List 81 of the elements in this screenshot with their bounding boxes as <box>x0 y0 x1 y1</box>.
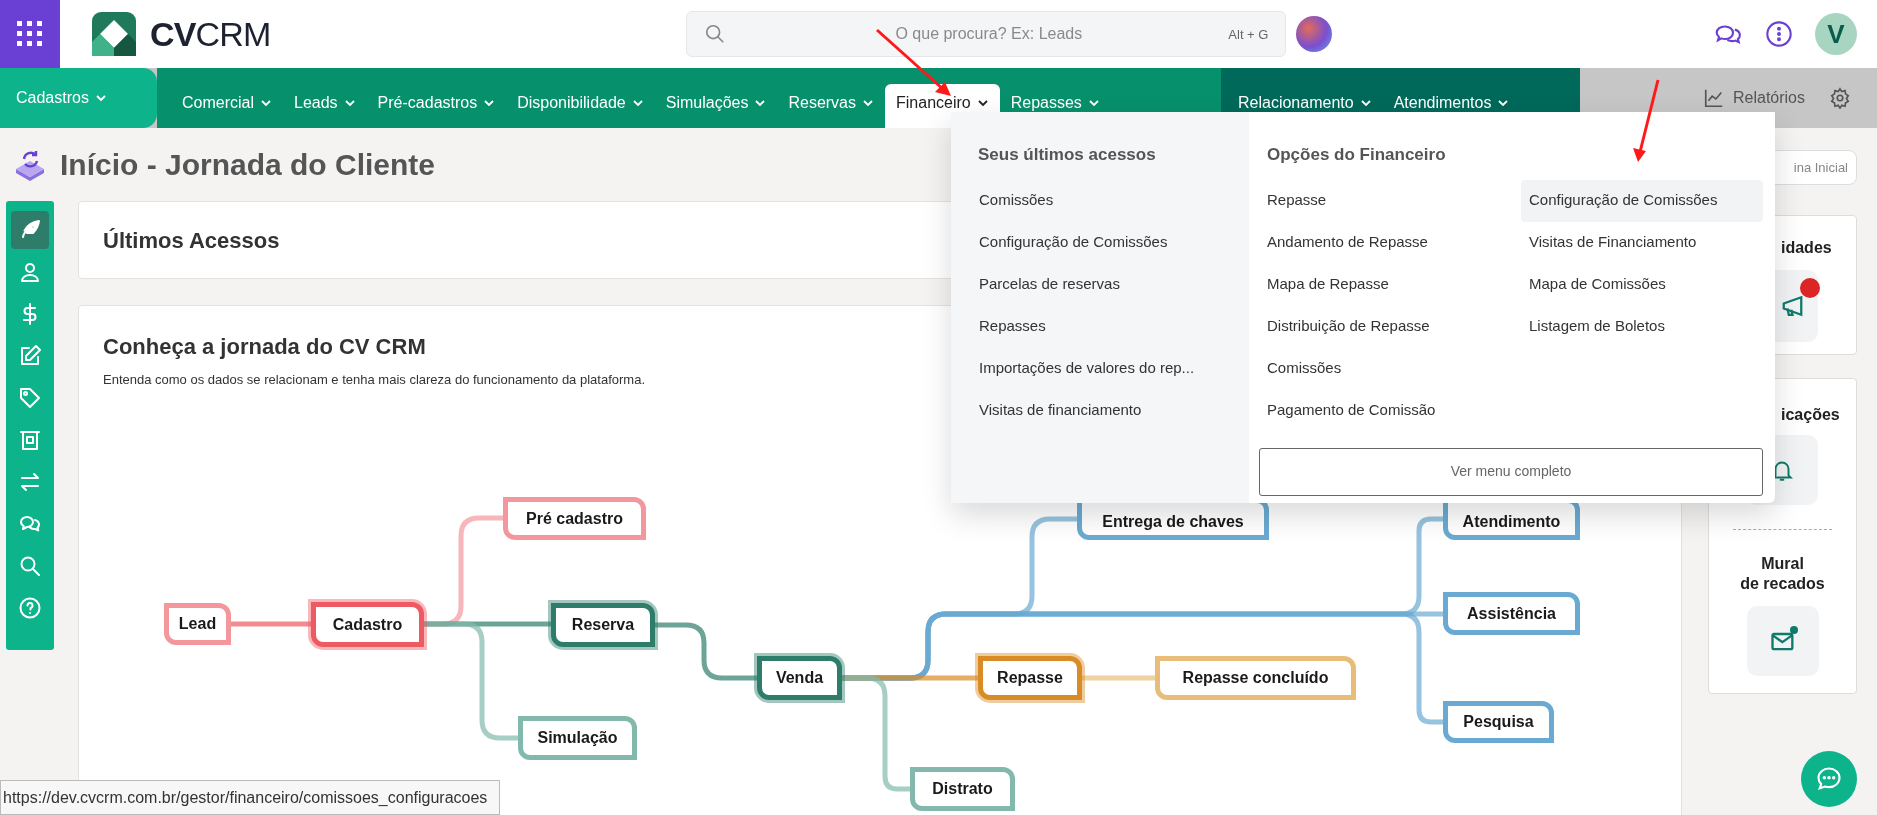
tool-button[interactable] <box>11 211 49 249</box>
nav-tab[interactable]: Atendimentos <box>1382 84 1521 128</box>
card-title: icações <box>1780 405 1841 425</box>
logo-text: CVCRM <box>150 13 271 55</box>
chevron-down-icon <box>260 97 272 109</box>
menu-link[interactable]: Mapa de Repasse <box>1259 263 1521 306</box>
chevron-down-icon <box>754 97 767 109</box>
line-chart-icon <box>1702 87 1725 109</box>
journey-node: Distrato <box>910 767 1015 811</box>
card-subtitle: Entenda como os dados se relacionam e tenha mais clareza do funcionamento da plataforma. <box>103 371 645 389</box>
menu-link[interactable]: Comissões <box>979 179 1249 222</box>
nav-tab[interactable]: Reservas <box>777 84 885 128</box>
card-title: idades <box>1780 238 1833 258</box>
menu-link[interactable]: Repasse <box>1259 179 1521 222</box>
transfer-icon <box>18 470 42 494</box>
nav-tab[interactable]: Leads <box>283 84 367 128</box>
message-wall-tile[interactable] <box>1746 606 1819 676</box>
menu-link[interactable]: Comissões <box>1259 347 1521 390</box>
journey-node: Pesquisa <box>1443 701 1554 743</box>
menu-section-title: Opções do Financeiro <box>1267 144 1447 166</box>
chevron-down-icon <box>483 97 496 109</box>
menu-link[interactable]: Repasses <box>979 305 1249 348</box>
chat-icon <box>1815 765 1843 793</box>
journey-node: Venda <box>757 656 842 700</box>
journey-node: Lead <box>164 603 231 645</box>
apps-grid-icon <box>17 21 43 47</box>
journey-node: Pré cadastro <box>503 497 646 540</box>
settings-icon[interactable] <box>1829 87 1851 109</box>
gradient-avatar[interactable] <box>1296 16 1333 52</box>
journey-node: Simulação <box>518 716 637 760</box>
nav-tab[interactable]: Pré-cadastros <box>366 84 507 128</box>
chevron-down-icon <box>976 97 989 109</box>
menu-link[interactable]: Distribuição de Repasse <box>1259 305 1521 348</box>
apps-menu-button[interactable] <box>0 0 60 68</box>
chevron-down-icon <box>1359 97 1372 109</box>
menu-link[interactable]: Importações de valores do rep... <box>979 347 1249 390</box>
chevron-down-icon <box>343 97 356 109</box>
card-title: Conheça a jornada do CV CRM <box>103 333 426 361</box>
tag-icon <box>18 386 42 410</box>
menu-link[interactable]: Listagem de Boletos <box>1521 305 1763 348</box>
menu-link[interactable]: Pagamento de Comissão <box>1259 389 1521 432</box>
chat-button[interactable] <box>1801 751 1857 807</box>
user-icon <box>18 260 42 284</box>
journey-node: Repasse concluído <box>1155 656 1356 700</box>
more-options-icon[interactable] <box>1765 20 1793 48</box>
status-url: https://dev.cvcrm.com.br/gestor/financeiro/comissoes_configuracoes <box>0 780 501 815</box>
menu-link[interactable]: Andamento de Repasse <box>1259 221 1521 264</box>
menu-link[interactable]: Visitas de Financiamento <box>1521 221 1763 264</box>
user-avatar[interactable]: V <box>1815 13 1857 55</box>
full-menu-button[interactable]: Ver menu completo <box>1259 447 1763 496</box>
chevron-down-icon <box>1087 97 1100 109</box>
journey-node: Repasse <box>978 656 1082 700</box>
reports-button[interactable]: Relatórios <box>1702 86 1805 110</box>
frame-icon <box>18 428 42 452</box>
menu-link[interactable]: Configuração de Comissões <box>979 221 1249 264</box>
shortcut-hint: Alt + G <box>1228 26 1269 44</box>
journey-node: Reserva <box>551 603 655 647</box>
journey-node: Assistência <box>1443 592 1580 635</box>
logo-icon <box>90 10 138 58</box>
nav-tab[interactable]: Comercial <box>171 84 283 128</box>
search-icon <box>18 554 42 578</box>
menu-section-title: Seus últimos acessos <box>978 144 1157 166</box>
nav-tab[interactable]: Disponibilidade <box>506 84 655 128</box>
nav-tab[interactable]: Simulações <box>654 84 778 128</box>
journey-node: Cadastro <box>311 602 424 647</box>
chevron-down-icon <box>1497 97 1510 109</box>
menu-link[interactable]: Mapa de Comissões <box>1521 263 1763 306</box>
chevron-down-icon <box>862 97 874 109</box>
card-title: Mural de recados <box>1739 554 1826 594</box>
menu-link[interactable]: Configuração de Comissões <box>1521 179 1763 222</box>
nav-tab[interactable]: Relacionamento <box>1227 84 1383 128</box>
menu-link[interactable]: Visitas de financiamento <box>979 389 1249 432</box>
edit-icon <box>18 344 42 368</box>
chevron-down-icon <box>631 97 644 109</box>
page-title: Início - Jornada do Cliente <box>60 147 436 183</box>
chevron-down-icon <box>94 92 107 104</box>
card-title: Últimos Acessos <box>103 226 280 255</box>
help-icon <box>18 596 42 620</box>
nav-tab[interactable]: Repasses <box>999 84 1111 128</box>
menu-link[interactable]: Parcelas de reservas <box>979 263 1249 306</box>
search-icon <box>704 23 727 45</box>
